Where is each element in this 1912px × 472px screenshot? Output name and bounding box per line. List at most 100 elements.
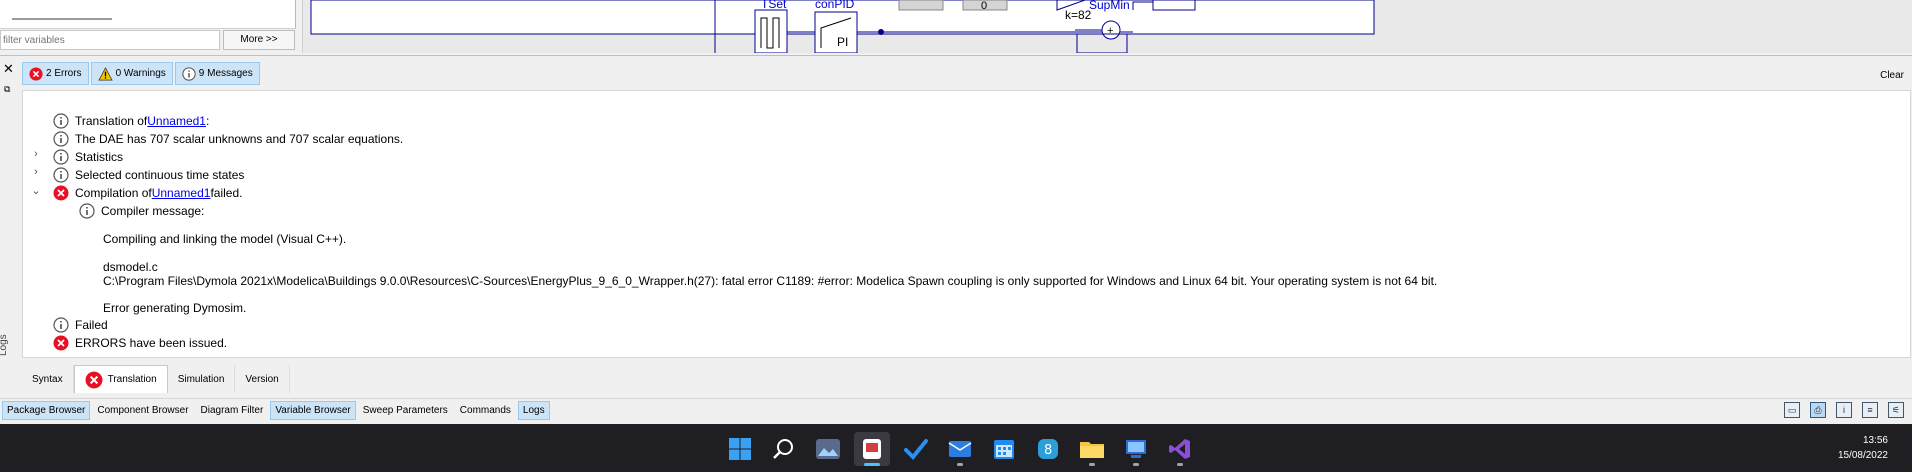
- error-icon: [29, 66, 43, 81]
- search-icon[interactable]: [766, 432, 802, 466]
- layout-icon[interactable]: ▭: [1784, 402, 1800, 418]
- float-window-icon[interactable]: ⧉: [4, 84, 10, 95]
- panel-side-strip: ✕ ⧉ Logs: [0, 56, 18, 366]
- tab-sweep-parameters[interactable]: Sweep Parameters: [358, 401, 453, 420]
- filter-variables-input[interactable]: [0, 30, 220, 50]
- browser-tabs: Package Browser Component Browser Diagra…: [2, 401, 550, 420]
- log-row-compilation[interactable]: Compilation of Unnamed1 failed.: [53, 184, 242, 202]
- svg-text:8: 8: [1044, 443, 1052, 458]
- log-row-errors-issued[interactable]: ERRORS have been issued.: [53, 334, 227, 352]
- tab-version[interactable]: Version: [235, 365, 290, 393]
- log-row-dae[interactable]: The DAE has 707 scalar unknowns and 707 …: [53, 130, 403, 148]
- conpid-label: conPID: [815, 0, 855, 11]
- tab-logs[interactable]: Logs: [517, 401, 550, 420]
- block-outline: [1152, 0, 1196, 11]
- gain-k-label: k=82: [1065, 8, 1092, 22]
- log-row-compiler-message[interactable]: Compiler message:: [79, 202, 204, 220]
- tab-diagram-filter[interactable]: Diagram Filter: [196, 401, 269, 420]
- tab-commands[interactable]: Commands: [455, 401, 516, 420]
- error-icon: [85, 371, 103, 388]
- translation-prefix: Translation of: [75, 114, 148, 128]
- error-icon: [53, 335, 69, 351]
- diagram-layout-icon[interactable]: ⚟: [1888, 402, 1904, 418]
- dae-message: The DAE has 707 scalar unknowns and 707 …: [75, 132, 404, 146]
- todo-icon[interactable]: [898, 432, 934, 466]
- file-explorer-icon[interactable]: [1074, 432, 1110, 466]
- app-8-icon[interactable]: 8: [1030, 432, 1066, 466]
- states-label: Selected continuous time states: [75, 168, 245, 182]
- tab-package-browser[interactable]: Package Browser: [2, 401, 91, 420]
- system-clock[interactable]: 13:56 15/08/2022: [1838, 433, 1888, 463]
- tree-divider: [12, 18, 112, 20]
- compiler-output-line: dsmodel.c: [103, 260, 158, 274]
- tset-block[interactable]: [754, 9, 788, 53]
- message-filter-tabs: 2 Errors 0 Warnings 9 Messages: [22, 62, 260, 85]
- failed-label: Failed: [75, 318, 108, 332]
- photos-icon[interactable]: [810, 432, 846, 466]
- info-icon: [182, 66, 196, 81]
- info-icon: [79, 203, 95, 219]
- messages-filter-button[interactable]: 9 Messages: [174, 62, 260, 85]
- diagram-widget[interactable]: [898, 0, 944, 11]
- variable-tree[interactable]: [0, 0, 296, 29]
- log-row-translation[interactable]: Translation of Unnamed1:: [53, 112, 209, 130]
- calendar-icon[interactable]: [986, 432, 1022, 466]
- errors-filter-button[interactable]: 2 Errors: [22, 62, 89, 85]
- info-icon: [53, 113, 69, 129]
- expand-chevron-icon[interactable]: ›: [31, 166, 41, 178]
- info-icon: [53, 167, 69, 183]
- info-panel-icon[interactable]: i: [1836, 402, 1852, 418]
- diagram-value: 0: [981, 0, 987, 12]
- diagram-canvas[interactable]: TSet PI conPID 0 k=82 SupMin +: [302, 0, 1912, 53]
- tset-label: TSet: [761, 0, 787, 11]
- tab-translation[interactable]: Translation: [73, 365, 168, 393]
- print-icon[interactable]: ⎙: [1810, 402, 1826, 418]
- compilation-suffix: failed.: [210, 186, 243, 200]
- warning-icon: [97, 66, 113, 80]
- log-row-states[interactable]: Selected continuous time states: [53, 166, 244, 184]
- model-link[interactable]: Unnamed1: [152, 186, 211, 200]
- log-tabs: Syntax Translation Simulation Version: [22, 365, 290, 393]
- supmin-label: SupMin: [1089, 0, 1130, 12]
- tab-syntax[interactable]: Syntax: [22, 365, 74, 393]
- warnings-filter-button[interactable]: 0 Warnings: [90, 62, 173, 85]
- close-icon[interactable]: ✕: [3, 62, 14, 75]
- compiler-output-line: Error generating Dymosim.: [103, 301, 247, 315]
- tab-label: Translation: [107, 374, 157, 385]
- more-button[interactable]: More >>: [223, 30, 295, 50]
- messages-panel: ✕ ⧉ Logs 2 Errors 0 Warnings 9 Messages …: [0, 55, 1912, 366]
- tab-variable-browser[interactable]: Variable Browser: [270, 401, 356, 420]
- layout-tools: ▭ ⎙ i ≡ ⚟: [1784, 402, 1904, 418]
- tab-label: Simulation: [177, 373, 225, 385]
- taskbar: 8 13:56 15/08/2022: [0, 424, 1912, 472]
- compiler-message-label: Compiler message:: [101, 204, 205, 218]
- tab-component-browser[interactable]: Component Browser: [92, 401, 193, 420]
- pi-label: PI: [837, 35, 848, 49]
- tab-label: Version: [245, 373, 279, 385]
- tab-simulation[interactable]: Simulation: [167, 365, 236, 393]
- log-tree[interactable]: Translation of Unnamed1: The DAE has 707…: [22, 90, 1911, 358]
- clear-button[interactable]: Clear: [1880, 70, 1904, 81]
- document-icon[interactable]: ≡: [1862, 402, 1878, 418]
- browser-tab-strip: Package Browser Component Browser Diagra…: [0, 398, 1912, 421]
- snipping-tool-icon[interactable]: [854, 432, 890, 466]
- expand-chevron-icon[interactable]: ›: [31, 148, 41, 160]
- mail-icon[interactable]: [942, 432, 978, 466]
- add-sign: +: [1107, 25, 1113, 37]
- errors-filter-label: 2 Errors: [46, 68, 82, 79]
- model-link[interactable]: Unnamed1: [147, 114, 206, 128]
- error-icon: [53, 185, 69, 201]
- wire-junction: [878, 29, 884, 35]
- windows-start-icon[interactable]: [722, 432, 758, 466]
- log-row-failed[interactable]: Failed: [53, 316, 108, 334]
- top-strip: More >> TSet PI conPID: [0, 0, 1912, 53]
- info-icon: [53, 149, 69, 165]
- collapse-chevron-icon[interactable]: ⌄: [31, 184, 41, 197]
- fatal-error-line: C:\Program Files\Dymola 2021x\Modelica\B…: [103, 274, 1438, 288]
- remote-desktop-icon[interactable]: [1118, 432, 1154, 466]
- clock-date: 15/08/2022: [1837, 450, 1888, 461]
- visual-studio-icon[interactable]: [1162, 432, 1198, 466]
- tab-label: Syntax: [32, 373, 63, 385]
- log-row-statistics[interactable]: Statistics: [53, 148, 123, 166]
- statistics-label: Statistics: [75, 150, 124, 164]
